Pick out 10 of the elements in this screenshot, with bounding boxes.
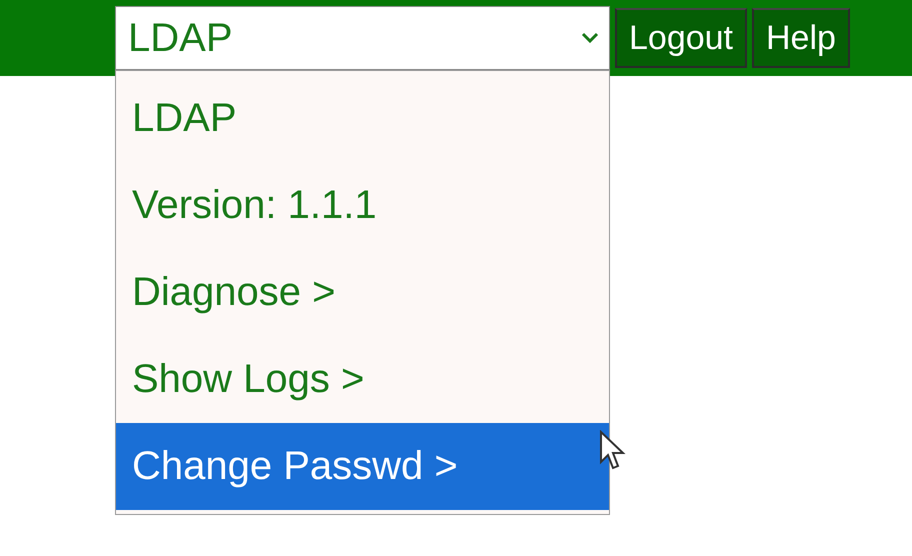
header-button[interactable]: Logout: [615, 8, 747, 68]
select-value: LDAP: [128, 16, 232, 60]
dropdown-select[interactable]: LDAP: [115, 6, 610, 70]
dropdown-option[interactable]: Change Passwd >: [116, 423, 609, 510]
dropdown-option[interactable]: Show Logs >: [116, 336, 609, 423]
dropdown-option[interactable]: LDAP: [116, 75, 609, 162]
dropdown-option[interactable]: Version: 1.1.1: [116, 162, 609, 249]
dropdown-option[interactable]: Diagnose >: [116, 249, 609, 336]
header-button[interactable]: Help: [752, 8, 850, 68]
chevron-icon: [581, 32, 599, 44]
